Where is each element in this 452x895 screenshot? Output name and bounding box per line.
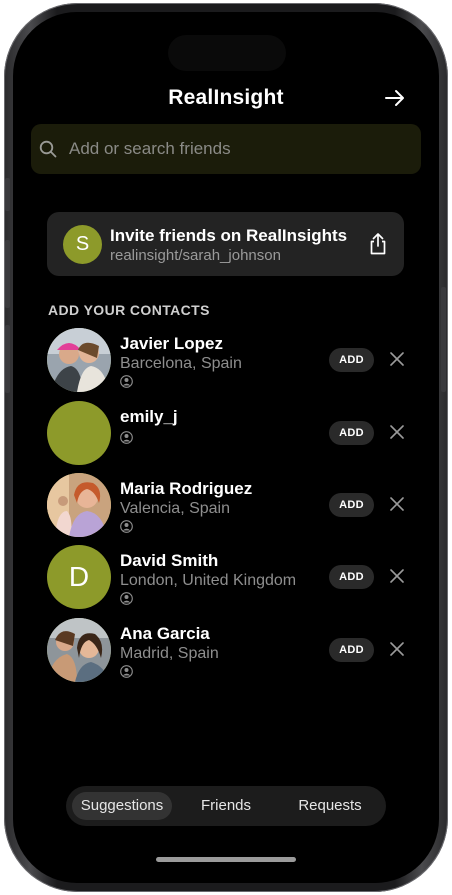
invite-title: Invite friends on RealInsights xyxy=(110,226,348,245)
volume-down-button xyxy=(5,325,10,393)
close-icon[interactable] xyxy=(390,642,404,656)
contact-location: Barcelona, Spain xyxy=(120,355,242,372)
invite-card[interactable]: S Invite friends on RealInsights realins… xyxy=(47,212,404,276)
contact-row: emily_j ADD xyxy=(47,401,417,467)
section-heading: ADD YOUR CONTACTS xyxy=(48,302,210,318)
search-bar[interactable] xyxy=(31,124,421,174)
tab-bar: Suggestions Friends Requests xyxy=(66,786,386,826)
contact-book-icon xyxy=(120,520,133,533)
header: RealInsight xyxy=(13,82,439,116)
share-icon[interactable] xyxy=(367,232,389,256)
close-icon[interactable] xyxy=(390,497,404,511)
power-button xyxy=(441,287,446,392)
app-screen: RealInsight S Invite friends on RealInsi… xyxy=(13,12,439,883)
contact-book-icon xyxy=(120,431,133,444)
arrow-right-icon[interactable] xyxy=(383,86,407,110)
close-icon[interactable] xyxy=(390,425,404,439)
contact-avatar-photo[interactable] xyxy=(47,473,111,537)
contact-book-icon xyxy=(120,665,133,678)
contact-row: Ana Garcia Madrid, Spain ADD xyxy=(47,618,417,684)
add-contact-button[interactable]: ADD xyxy=(329,565,374,589)
user-avatar: S xyxy=(63,225,102,264)
close-icon[interactable] xyxy=(390,352,404,366)
contact-avatar-photo[interactable] xyxy=(47,618,111,682)
contact-name: emily_j xyxy=(120,407,178,426)
page-title: RealInsight xyxy=(168,86,284,109)
contact-name: Ana Garcia xyxy=(120,624,210,643)
home-indicator[interactable] xyxy=(156,857,296,862)
contact-row: Maria Rodriguez Valencia, Spain ADD xyxy=(47,473,417,539)
invite-link: realinsight/sarah_johnson xyxy=(110,247,281,264)
contact-location: Madrid, Spain xyxy=(120,645,219,662)
close-icon[interactable] xyxy=(390,569,404,583)
search-icon xyxy=(39,140,57,158)
tab-suggestions[interactable]: Suggestions xyxy=(72,792,172,820)
add-contact-button[interactable]: ADD xyxy=(329,638,374,662)
add-contact-button[interactable]: ADD xyxy=(329,421,374,445)
contact-row: Javier Lopez Barcelona, Spain ADD xyxy=(47,328,417,394)
tab-requests[interactable]: Requests xyxy=(280,792,380,820)
contact-book-icon xyxy=(120,375,133,388)
contact-location: Valencia, Spain xyxy=(120,500,230,517)
contact-row: D David Smith London, United Kingdom ADD xyxy=(47,545,417,611)
tab-friends[interactable]: Friends xyxy=(176,792,276,820)
contact-name: David Smith xyxy=(120,551,219,570)
contact-name: Javier Lopez xyxy=(120,334,223,353)
contact-avatar-initial[interactable]: D xyxy=(47,545,111,609)
contact-name: Maria Rodriguez xyxy=(120,479,253,498)
contact-avatar-photo[interactable] xyxy=(47,328,111,392)
contact-book-icon xyxy=(120,592,133,605)
dynamic-island xyxy=(168,35,286,71)
action-button xyxy=(5,178,10,211)
contact-avatar-placeholder[interactable] xyxy=(47,401,111,465)
add-contact-button[interactable]: ADD xyxy=(329,493,374,517)
volume-up-button xyxy=(5,240,10,308)
search-input[interactable] xyxy=(69,124,409,174)
contact-location: London, United Kingdom xyxy=(120,572,297,589)
add-contact-button[interactable]: ADD xyxy=(329,348,374,372)
